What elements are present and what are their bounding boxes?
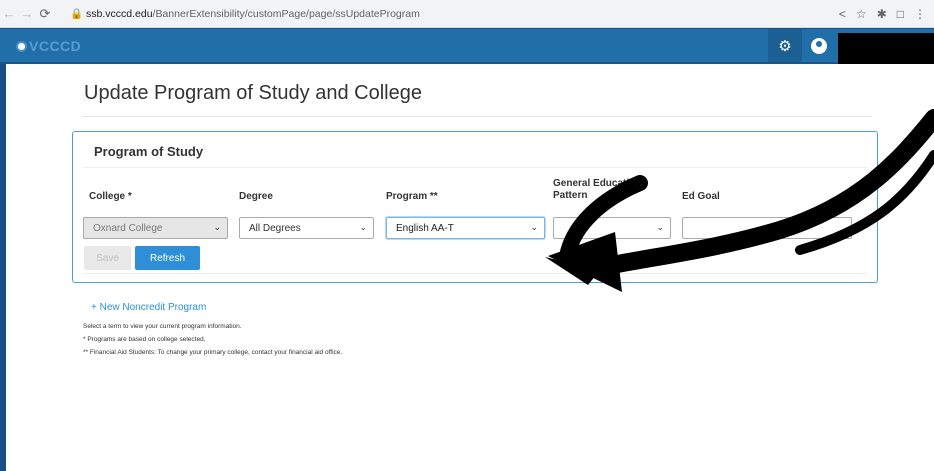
degree-select[interactable]: All Degrees ⌄ bbox=[239, 217, 374, 239]
browser-actions: < ☆ ✱ □ ⋮ bbox=[839, 7, 934, 21]
lock-icon: 🔒 bbox=[70, 8, 84, 20]
redacted-user-name bbox=[838, 33, 934, 68]
college-select[interactable]: Oxnard College ⌄ bbox=[83, 217, 228, 239]
vcccd-logo[interactable]: VCCCD bbox=[16, 38, 81, 54]
program-label: Program ** bbox=[386, 191, 438, 202]
logo-mark-icon bbox=[16, 40, 27, 52]
program-of-study-panel: Program of Study College * Degree Progra… bbox=[72, 131, 878, 283]
gear-icon: ⚙ bbox=[778, 37, 792, 55]
college-value: Oxnard College bbox=[93, 222, 163, 234]
chevron-down-icon: ⌄ bbox=[213, 222, 221, 232]
degree-value: All Degrees bbox=[249, 222, 301, 234]
panel-heading: Program of Study bbox=[94, 144, 204, 159]
browser-toolbar: ← → ⟳ 🔒 ssb.vcccd.edu/BannerExtensibilit… bbox=[0, 0, 934, 28]
star-icon[interactable]: ☆ bbox=[856, 7, 867, 21]
app-header: VCCCD ⚙ bbox=[0, 29, 934, 64]
page-title: Update Program of Study and College bbox=[84, 82, 422, 104]
note-programs-college: * Programs are based on college selected… bbox=[83, 336, 206, 343]
program-value: English AA-T bbox=[396, 222, 454, 234]
reload-icon[interactable]: ⟳ bbox=[36, 6, 54, 22]
gen-ed-pattern-select[interactable]: ⌄ bbox=[553, 217, 671, 239]
note-financial-aid: ** Financial Aid Students: To change you… bbox=[83, 349, 343, 356]
share-icon[interactable]: < bbox=[839, 7, 846, 21]
settings-button[interactable]: ⚙ bbox=[768, 29, 802, 62]
url-host: ssb.vcccd.edu bbox=[86, 7, 153, 20]
panel-divider bbox=[83, 167, 867, 168]
note-select-term: Select a term to view your current progr… bbox=[83, 323, 242, 330]
forward-icon[interactable]: → bbox=[18, 6, 36, 21]
puzzle-icon[interactable]: ✱ bbox=[877, 7, 887, 21]
college-label: College * bbox=[89, 191, 132, 202]
user-icon bbox=[811, 37, 827, 54]
gen-ed-label-line1: General Educatio bbox=[553, 178, 636, 189]
panel-bottom-divider bbox=[83, 273, 867, 274]
address-bar[interactable]: 🔒 ssb.vcccd.edu/BannerExtensibility/cust… bbox=[60, 3, 839, 25]
panel-icon[interactable]: □ bbox=[897, 7, 904, 21]
title-divider bbox=[82, 116, 872, 117]
program-select[interactable]: English AA-T ⌄ bbox=[386, 217, 545, 239]
refresh-button[interactable]: Refresh bbox=[135, 246, 200, 270]
ed-goal-input[interactable] bbox=[682, 217, 852, 239]
chevron-down-icon: ⌄ bbox=[359, 222, 367, 232]
more-icon[interactable]: ⋮ bbox=[914, 7, 926, 21]
main-content: Update Program of Study and College Prog… bbox=[6, 64, 934, 471]
degree-label: Degree bbox=[239, 191, 273, 202]
save-button[interactable]: Save bbox=[84, 246, 131, 270]
back-icon[interactable]: ← bbox=[0, 6, 18, 21]
gen-ed-label: General Educatio Pattern bbox=[553, 178, 635, 202]
ed-goal-label: Ed Goal bbox=[682, 191, 720, 202]
url-path: /BannerExtensibility/customPage/page/ssU… bbox=[152, 7, 420, 20]
logo-text: VCCCD bbox=[29, 38, 82, 54]
new-noncredit-program-link[interactable]: + New Noncredit Program bbox=[91, 302, 206, 313]
chevron-down-icon: ⌄ bbox=[530, 222, 538, 232]
gen-ed-label-line2: Pattern bbox=[553, 190, 588, 201]
chevron-down-icon: ⌄ bbox=[656, 222, 664, 232]
user-menu-button[interactable] bbox=[802, 29, 836, 62]
